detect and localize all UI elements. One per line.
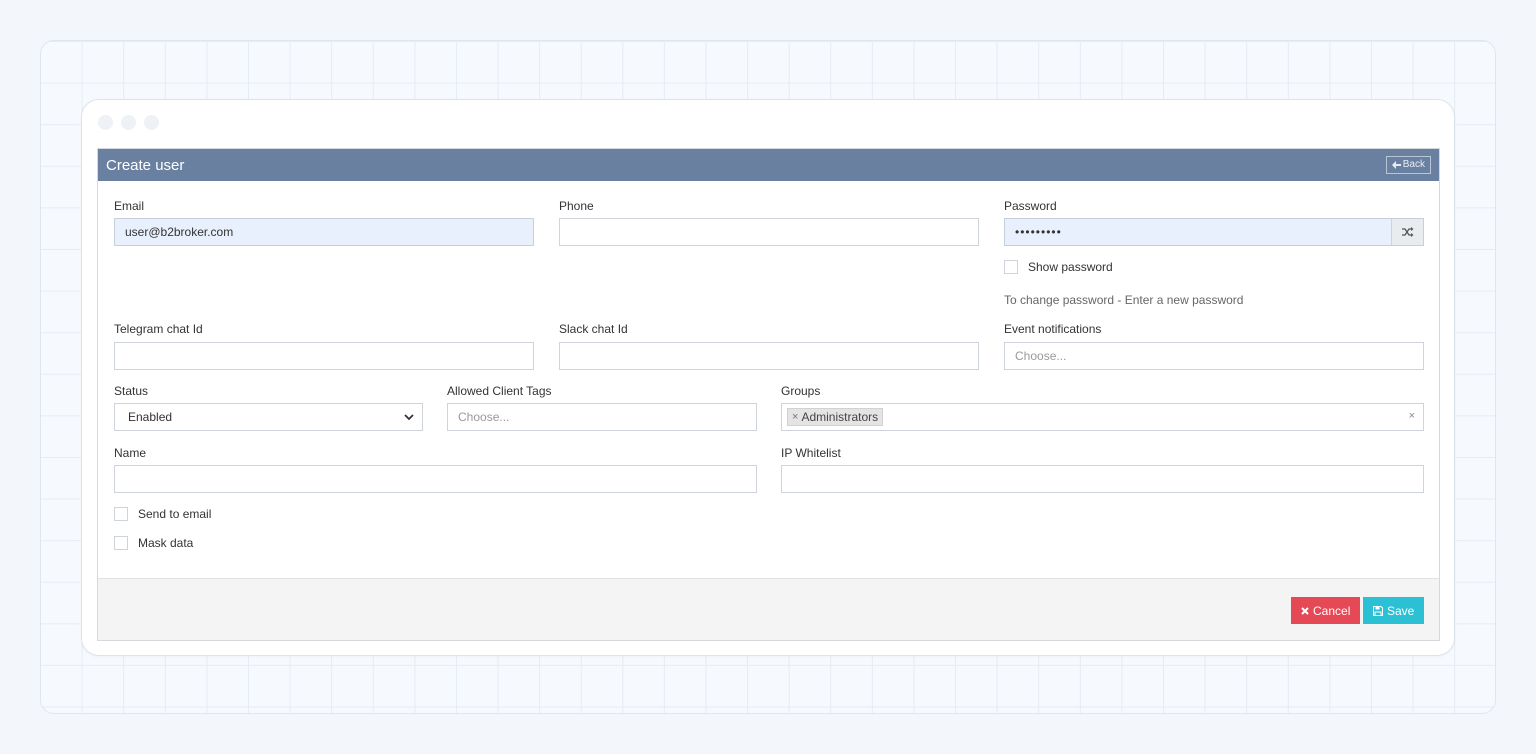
- ip-whitelist-label: IP Whitelist: [781, 446, 841, 460]
- groups-select[interactable]: × Administrators ×: [781, 403, 1424, 431]
- close-icon: [1301, 606, 1309, 615]
- create-user-card: Create user Back Email user@b2broker.com…: [97, 148, 1440, 641]
- send-to-email-label: Send to email: [138, 507, 212, 521]
- telegram-chat-id-field[interactable]: [114, 342, 534, 370]
- back-button[interactable]: Back: [1385, 156, 1431, 174]
- status-value: Enabled: [128, 410, 173, 424]
- password-field[interactable]: •••••••••: [1004, 218, 1424, 246]
- mask-data-checkbox[interactable]: [114, 536, 128, 550]
- send-to-email-checkbox[interactable]: [114, 507, 128, 521]
- groups-label: Groups: [781, 384, 821, 398]
- save-button[interactable]: Save: [1363, 597, 1425, 624]
- window-controls: [98, 115, 159, 130]
- event-notifications-select[interactable]: Choose...: [1004, 342, 1424, 370]
- window-dot-close[interactable]: [98, 115, 113, 130]
- password-label: Password: [1004, 199, 1057, 213]
- mask-data-label: Mask data: [138, 536, 194, 550]
- back-button-label: Back: [1402, 159, 1425, 170]
- event-notifications-label: Event notifications: [1004, 322, 1102, 336]
- page-title: Create user: [106, 156, 185, 174]
- group-tag-label: Administrators: [801, 409, 879, 424]
- window-dot-minimize[interactable]: [121, 115, 136, 130]
- save-button-label: Save: [1387, 603, 1415, 618]
- card-header: Create user Back: [98, 149, 1439, 181]
- show-password-checkbox[interactable]: [1004, 260, 1018, 274]
- card-footer: Cancel Save: [98, 578, 1439, 640]
- cancel-button-label: Cancel: [1313, 603, 1351, 618]
- floppy-disk-icon: [1373, 605, 1383, 616]
- email-label: Email: [114, 199, 145, 213]
- cancel-button[interactable]: Cancel: [1291, 597, 1361, 624]
- telegram-label: Telegram chat Id: [114, 322, 203, 336]
- status-select[interactable]: Enabled: [114, 403, 423, 431]
- phone-label: Phone: [559, 199, 594, 213]
- name-label: Name: [114, 446, 147, 460]
- app-window: Create user Back Email user@b2broker.com…: [81, 99, 1455, 656]
- password-value: •••••••••: [1015, 225, 1062, 239]
- allowed-client-tags-label: Allowed Client Tags: [447, 384, 552, 398]
- form-body: Email user@b2broker.com Phone Password •…: [98, 181, 1439, 579]
- generate-password-button[interactable]: [1391, 219, 1423, 245]
- allowed-client-tags-select[interactable]: Choose...: [447, 403, 757, 431]
- slack-chat-id-field[interactable]: [559, 342, 979, 370]
- email-value: user@b2broker.com: [125, 225, 234, 239]
- clear-groups-icon[interactable]: ×: [1409, 410, 1415, 422]
- phone-field[interactable]: [559, 218, 979, 246]
- event-notifications-placeholder: Choose...: [1015, 349, 1067, 363]
- ip-whitelist-field[interactable]: [781, 465, 1424, 493]
- password-hint: To change password - Enter a new passwor…: [1004, 293, 1244, 307]
- tag-remove-icon[interactable]: ×: [792, 409, 798, 426]
- chevron-down-icon: [404, 414, 414, 421]
- name-field[interactable]: [114, 465, 757, 493]
- shuffle-icon: [1401, 227, 1413, 237]
- allowed-client-tags-placeholder: Choose...: [458, 410, 510, 424]
- arrow-left-icon: [1391, 161, 1401, 169]
- window-dot-maximize[interactable]: [144, 115, 159, 130]
- show-password-label: Show password: [1028, 260, 1113, 274]
- status-label: Status: [114, 384, 149, 398]
- slack-label: Slack chat Id: [559, 322, 628, 336]
- group-tag: × Administrators: [787, 408, 884, 426]
- email-field[interactable]: user@b2broker.com: [114, 218, 534, 246]
